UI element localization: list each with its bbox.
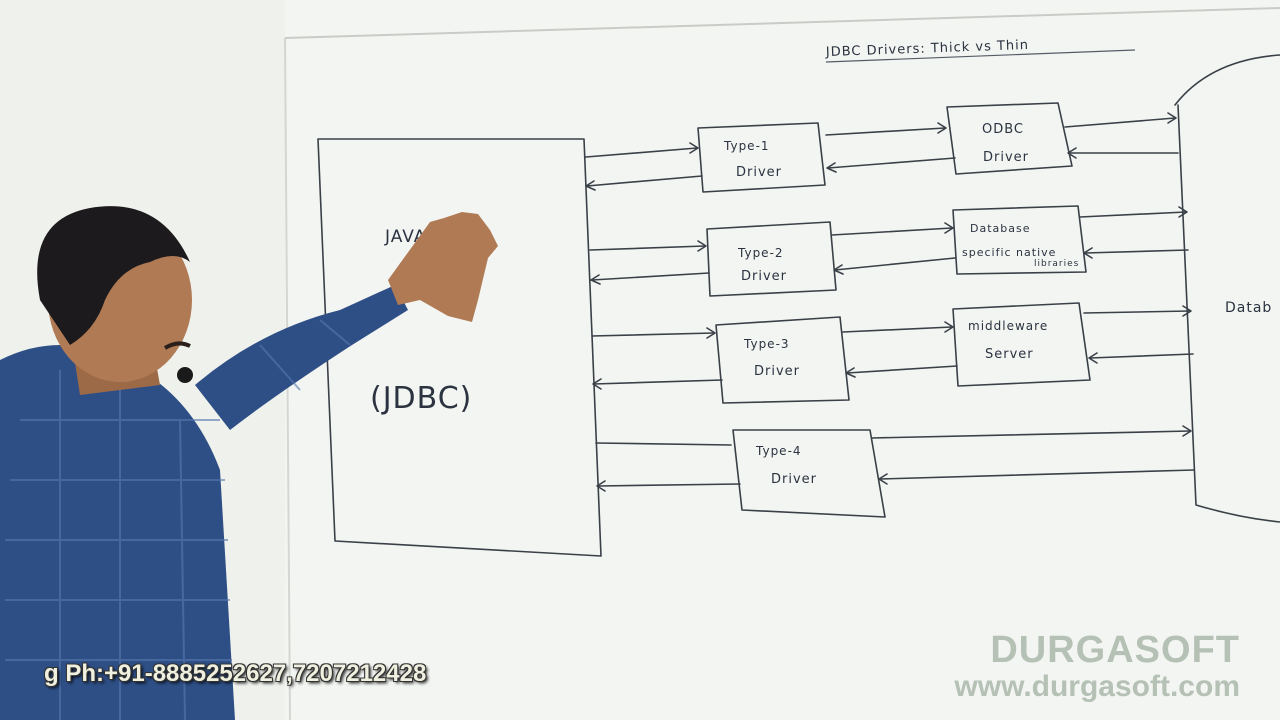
driver-label-bottom-2: Driver <box>741 269 787 284</box>
middle-label-1b: Driver <box>983 150 1029 165</box>
middle-label-3b: Server <box>985 347 1034 362</box>
middle-label-2c: libraries <box>1034 259 1079 269</box>
middle-label-3a: middleware <box>968 319 1048 333</box>
driver-label-bottom-4: Driver <box>771 472 817 487</box>
whiteboard-scene: JDBC Drivers: Thick vs Thin JAVA (JDBC) … <box>0 0 1280 720</box>
brand-name: DURGASOFT <box>990 629 1240 671</box>
driver-label-top-4: Type-4 <box>755 444 802 458</box>
driver-label-bottom-1: Driver <box>736 165 782 180</box>
driver-label-bottom-3: Driver <box>754 364 800 379</box>
database-label: Datab <box>1225 300 1272 316</box>
brand-url: www.durgasoft.com <box>954 670 1240 703</box>
brand-watermark: DURGASOFT www.durgasoft.com <box>954 630 1240 704</box>
middle-label-1a: ODBC <box>982 122 1024 137</box>
driver-label-top-3: Type-3 <box>743 337 790 351</box>
driver-label-top-2: Type-2 <box>737 246 784 260</box>
app-box-line2: (JDBC) <box>370 381 472 416</box>
middle-label-2a: Database <box>970 222 1031 235</box>
middle-label-2b: specific native <box>962 246 1056 259</box>
phone-number-overlay: g Ph:+91-8885252627,7207212428 <box>44 660 427 687</box>
driver-label-top-1: Type-1 <box>723 139 770 153</box>
